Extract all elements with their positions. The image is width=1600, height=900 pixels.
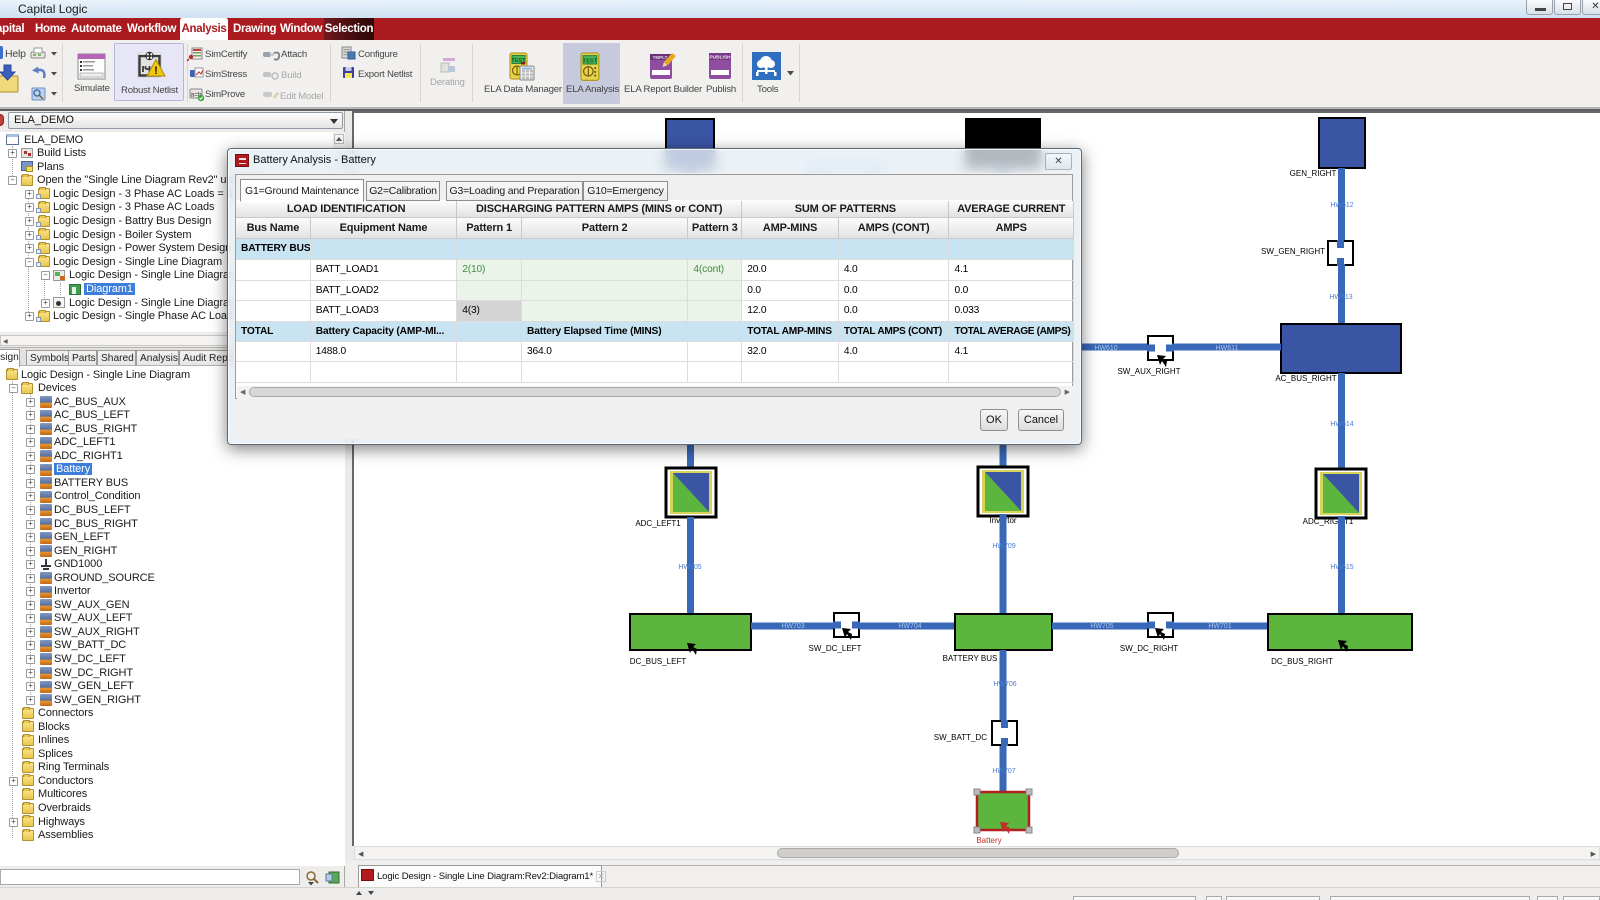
svg-text:ADC_LEFT1: ADC_LEFT1 bbox=[635, 519, 681, 528]
svg-text:SW_DC_RIGHT: SW_DC_RIGHT bbox=[1120, 644, 1178, 653]
svg-text:!: ! bbox=[154, 65, 158, 77]
svg-text:ADC_RIGHT1: ADC_RIGHT1 bbox=[1303, 517, 1354, 526]
svg-text:HW707: HW707 bbox=[992, 768, 1015, 775]
svg-text:BATTERY BUS: BATTERY BUS bbox=[943, 654, 998, 663]
svg-text:HW615: HW615 bbox=[1330, 564, 1353, 571]
svg-text:SW_BATT_DC: SW_BATT_DC bbox=[934, 733, 987, 742]
svg-text:HW611: HW611 bbox=[1216, 345, 1239, 352]
svg-text:HW605: HW605 bbox=[678, 564, 701, 571]
svg-text:HW704: HW704 bbox=[898, 623, 921, 630]
svg-text:DC_BUS_LEFT: DC_BUS_LEFT bbox=[630, 657, 687, 666]
svg-text:TEST: TEST bbox=[583, 58, 598, 64]
svg-text:Battery: Battery bbox=[976, 836, 1001, 845]
svg-text:TMPLT: TMPLT bbox=[653, 55, 668, 60]
svg-text:HW709: HW709 bbox=[992, 543, 1015, 550]
svg-text:HW613: HW613 bbox=[1329, 294, 1352, 301]
svg-text:HW706: HW706 bbox=[993, 681, 1016, 688]
svg-text:HW612: HW612 bbox=[1330, 202, 1353, 209]
svg-text:HW614: HW614 bbox=[1330, 421, 1353, 428]
svg-text:HW701: HW701 bbox=[1208, 623, 1231, 630]
svg-text:PUBLISH: PUBLISH bbox=[709, 55, 731, 61]
svg-text:AC_BUS_RIGHT: AC_BUS_RIGHT bbox=[1275, 374, 1336, 383]
svg-text:SW_AUX_RIGHT: SW_AUX_RIGHT bbox=[1117, 367, 1180, 376]
svg-text:SW_GEN_RIGHT: SW_GEN_RIGHT bbox=[1261, 247, 1325, 256]
svg-text:SW_DC_LEFT: SW_DC_LEFT bbox=[809, 644, 862, 653]
svg-text:HW703: HW703 bbox=[781, 623, 804, 630]
svg-text:HW610: HW610 bbox=[1094, 345, 1117, 352]
svg-text:DC_BUS_RIGHT: DC_BUS_RIGHT bbox=[1271, 657, 1333, 666]
svg-text:HW705: HW705 bbox=[1090, 623, 1113, 630]
svg-text:GEN_RIGHT: GEN_RIGHT bbox=[1290, 169, 1337, 178]
